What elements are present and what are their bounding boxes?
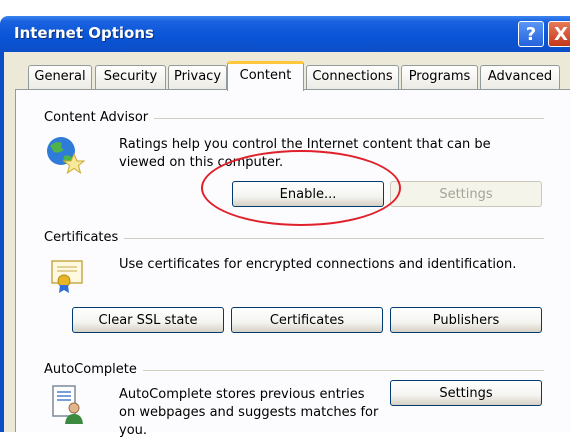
autocomplete-settings-button[interactable]: Settings: [390, 380, 542, 406]
tab-label: Security: [103, 69, 158, 84]
autocomplete-icon: [52, 385, 83, 424]
tab-label: Connections: [312, 69, 393, 84]
tab-advanced[interactable]: Advanced: [480, 65, 560, 89]
certificates-description: Use certificates for encrypted connectio…: [119, 257, 517, 272]
clear-ssl-state-button[interactable]: Clear SSL state: [72, 307, 224, 333]
certificates-heading: Certificates: [44, 230, 125, 245]
autocomplete-heading: AutoComplete: [44, 362, 143, 377]
tab-connections[interactable]: Connections: [306, 65, 399, 89]
tab-programs[interactable]: Programs: [401, 65, 478, 89]
help-icon: ?: [525, 24, 537, 45]
publishers-button[interactable]: Publishers: [390, 307, 542, 333]
certificate-icon: [51, 260, 83, 293]
certificates-button[interactable]: Certificates: [231, 307, 383, 333]
tab-label: Advanced: [487, 69, 553, 84]
content-advisor-settings-button[interactable]: Settings: [390, 181, 542, 207]
tab-label: Content: [239, 68, 292, 83]
globe-star-icon: [47, 137, 86, 175]
content-advisor-heading: Content Advisor: [44, 110, 155, 125]
tab-label: General: [34, 69, 86, 84]
tab-label: Programs: [408, 69, 471, 84]
tab-general[interactable]: General: [28, 65, 92, 89]
content-advisor-description: Ratings help you control the Internet co…: [119, 137, 491, 170]
enable-button[interactable]: Enable...: [232, 181, 384, 207]
close-button[interactable]: X: [548, 21, 570, 47]
window-title: Internet Options: [14, 24, 154, 42]
tab-security[interactable]: Security: [95, 65, 166, 89]
tab-privacy[interactable]: Privacy: [168, 65, 227, 89]
close-icon: X: [554, 24, 568, 45]
help-button[interactable]: ?: [518, 21, 544, 47]
title-bar[interactable]: Internet Options ? X: [0, 16, 570, 52]
tab-content[interactable]: Content: [227, 61, 304, 91]
tab-label: Privacy: [173, 69, 222, 84]
